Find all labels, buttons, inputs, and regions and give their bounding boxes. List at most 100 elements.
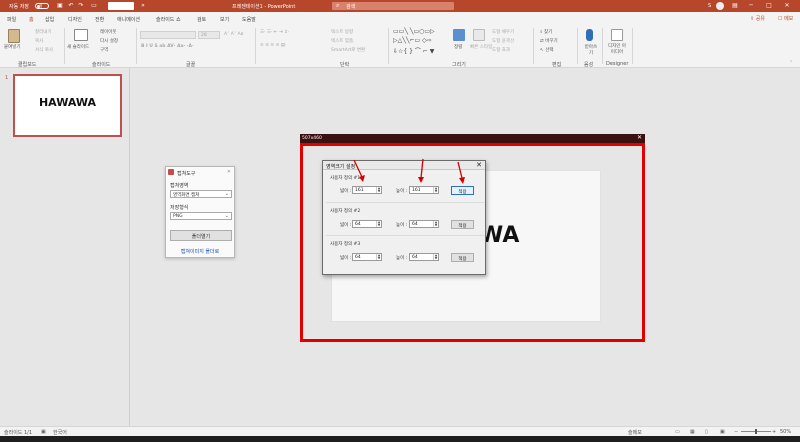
zoom-in-icon[interactable]: +	[772, 429, 776, 435]
design-ideas-icon[interactable]	[611, 29, 623, 41]
reading-view-icon[interactable]: ▯	[705, 429, 708, 435]
copy-button[interactable]: 복사	[35, 38, 43, 44]
search-box[interactable]: ⌕ 검색	[332, 2, 454, 10]
zoom-level[interactable]: 50%	[780, 429, 791, 435]
list-icons[interactable]: ☰· ☰· ⇤ ⇥ ↕·	[260, 30, 289, 35]
section-button[interactable]: 구역	[100, 47, 108, 53]
open-image-folder-link[interactable]: 캡쳐이미지 폴더로	[166, 248, 234, 255]
avatar[interactable]	[716, 2, 724, 10]
font-name-box[interactable]	[140, 31, 196, 39]
text-direction-button[interactable]: 텍스트 방향	[331, 29, 353, 35]
close-icon[interactable]: ✕	[476, 161, 482, 169]
align-text-button[interactable]: 텍스트 맞춤	[331, 38, 353, 44]
save-format-select[interactable]: PNG ⌄	[170, 212, 232, 220]
comment-button[interactable]: ☐ 메모	[778, 15, 793, 22]
spinner-arrows-icon[interactable]: ▲ ▼	[376, 221, 381, 227]
tab-transitions[interactable]: 전환	[95, 16, 104, 23]
preset-1-height-input[interactable]: 161 ▲ ▼	[409, 186, 439, 194]
search-icon: ⌕	[336, 2, 340, 9]
capture-region-select[interactable]: 영역화면 캡쳐 ⌄	[170, 190, 232, 198]
preset-3-width-input[interactable]: 64 ▲ ▼	[352, 253, 382, 261]
preset-1-apply-button[interactable]: 적용	[451, 186, 474, 195]
shapes-gallery[interactable]: ▭▭╲ ╲▭○▭▷	[393, 28, 435, 35]
new-slide-icon[interactable]	[74, 29, 88, 41]
paste-label[interactable]: 붙여넣기	[4, 44, 21, 50]
notes-button[interactable]: 슬메모	[628, 429, 642, 436]
dictate-button[interactable]: 받아쓰기	[583, 44, 599, 56]
format-painter-button[interactable]: 서식 복사	[35, 47, 53, 53]
preset-2-height-input[interactable]: 64 ▲ ▼	[409, 220, 439, 228]
shape-fill-button[interactable]: 도형 채우기	[492, 29, 514, 35]
new-slide-label[interactable]: 새 슬라이드	[67, 44, 89, 50]
shape-outline-button[interactable]: 도형 윤곽선	[492, 38, 514, 44]
tab-home[interactable]: 홈	[27, 16, 36, 26]
tab-animations[interactable]: 애니메이션	[117, 16, 140, 23]
voice-group-label: 음성	[584, 62, 594, 68]
replace-button[interactable]: ⇄ 바꾸기	[540, 38, 558, 44]
undo-icon[interactable]: ↶	[68, 3, 74, 9]
font-format-icons[interactable]: B I U S ab AV· Aa· ·A·	[141, 44, 194, 49]
language-label[interactable]: 한국어	[53, 429, 67, 436]
preset-1-width-input[interactable]: 161 ▲ ▼	[352, 186, 382, 194]
spellcheck-icon[interactable]: ▣	[41, 429, 46, 435]
font-grow-icon[interactable]: A˄ A˅ Aø	[224, 32, 243, 37]
region-window-titlebar[interactable]: 507x460 ✕	[300, 134, 645, 143]
minimize-icon[interactable]: ─	[746, 1, 756, 11]
save-icon[interactable]: ▣	[57, 3, 63, 9]
ribbon-display-icon[interactable]: ▤	[730, 1, 740, 11]
font-size-box[interactable]: 28	[198, 31, 220, 39]
find-button[interactable]: ⌕ 찾기	[540, 29, 552, 35]
quick-styles-icon[interactable]	[473, 29, 485, 41]
paste-icon[interactable]	[8, 29, 20, 43]
shapes-gallery-row2[interactable]: ▷△╲╲⌐▭ ◇⇨	[393, 37, 432, 44]
smartart-button[interactable]: SmartArt로 변환	[331, 47, 365, 53]
slideshow-icon[interactable]: ▣	[720, 429, 725, 435]
preset-2-apply-button[interactable]: 적용	[451, 220, 474, 229]
microphone-icon[interactable]	[586, 29, 593, 41]
maximize-icon[interactable]: □	[764, 1, 774, 11]
align-icons[interactable]: ≡ ≡ ≡ ≡ ▤·	[260, 43, 287, 48]
cut-button[interactable]: 잘라내기	[35, 29, 52, 35]
zoom-slider-thumb[interactable]	[755, 429, 757, 434]
redo-icon[interactable]: ↷	[78, 3, 84, 9]
select-button[interactable]: ↖ 선택	[540, 47, 553, 53]
reset-button[interactable]: 다시 설정	[100, 38, 118, 44]
layout-button[interactable]: 레이아웃	[100, 29, 117, 35]
arrange-icon[interactable]	[453, 29, 465, 41]
tab-insert[interactable]: 삽입	[45, 16, 54, 23]
preset-3-apply-button[interactable]: 적용	[451, 253, 474, 262]
spinner-arrows-icon[interactable]: ▲ ▼	[433, 221, 438, 227]
quick-styles-label[interactable]: 빠른 스타일	[470, 44, 492, 50]
shape-effects-button[interactable]: 도형 효과	[492, 47, 510, 53]
preset-2-width-input[interactable]: 64 ▲ ▼	[352, 220, 382, 228]
open-folder-button-label: 폴더열기	[191, 234, 211, 240]
arrange-label[interactable]: 정렬	[454, 44, 462, 50]
share-button[interactable]: ⇪ 공유	[750, 15, 765, 22]
shapes-gallery-row3[interactable]: ⇩☆{ } ⌒ ⌐ ▼	[393, 46, 434, 55]
design-ideas-button[interactable]: 디자인 아이디어	[606, 44, 628, 56]
tab-design[interactable]: 디자인	[68, 16, 82, 23]
tab-file[interactable]: 파일	[7, 16, 16, 23]
present-icon[interactable]: ▭	[91, 3, 97, 9]
tab-view[interactable]: 보기	[220, 16, 229, 23]
slide-sorter-icon[interactable]: ▦	[690, 429, 695, 435]
close-icon[interactable]: ✕	[782, 1, 792, 11]
close-icon[interactable]: ✕	[637, 134, 642, 141]
paragraph-group-label: 단락	[340, 62, 350, 68]
spinner-arrows-icon[interactable]: ▲ ▼	[376, 254, 381, 260]
close-icon[interactable]: ✕	[227, 169, 231, 175]
more-icon[interactable]: »	[140, 3, 146, 9]
slide-thumbnail[interactable]: HAWAWA	[13, 74, 122, 137]
tab-review[interactable]: 검토	[197, 16, 206, 23]
collapse-ribbon-icon[interactable]: ˄	[790, 61, 792, 66]
spinner-arrows-icon[interactable]: ▲ ▼	[433, 187, 438, 193]
preset-3-height-input[interactable]: 64 ▲ ▼	[409, 253, 439, 261]
qat-box[interactable]	[108, 2, 134, 10]
tab-slideshow[interactable]: 슬라이드 쇼	[156, 16, 181, 23]
tab-help[interactable]: 도움말	[242, 16, 256, 23]
normal-view-icon[interactable]: ▭	[675, 429, 680, 435]
spinner-arrows-icon[interactable]: ▲ ▼	[433, 254, 438, 260]
zoom-out-icon[interactable]: −	[734, 429, 738, 435]
open-folder-button[interactable]: 폴더열기	[170, 230, 232, 241]
spinner-arrows-icon[interactable]: ▲ ▼	[376, 187, 381, 193]
